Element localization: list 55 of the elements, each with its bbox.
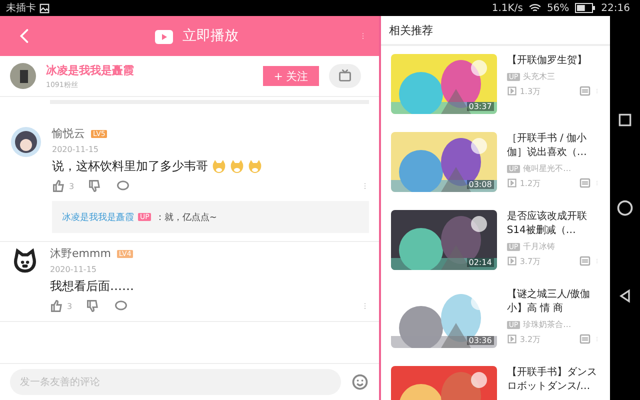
video-title[interactable]: 【开联手书】ダンスロボットダンス/… [506, 366, 600, 394]
play-icon [506, 334, 517, 344]
tv-icon [338, 69, 352, 83]
play-icon [506, 256, 517, 266]
video-duration: 03:36 [466, 336, 494, 345]
thumbs-down-icon[interactable] [86, 299, 100, 313]
recents-icon[interactable] [617, 112, 634, 128]
list-icon[interactable] [579, 85, 592, 97]
comment-icon[interactable] [114, 299, 128, 313]
video-duration: 03:08 [466, 180, 494, 189]
related-title: 相关推荐 [380, 16, 610, 46]
dog-emoji-icon [212, 160, 226, 174]
play-icon [506, 86, 517, 96]
list-icon[interactable] [579, 255, 592, 267]
carrier-text: 未插卡 [6, 2, 36, 15]
comment-date: 2020-11-15 [52, 145, 100, 154]
video-title[interactable]: 【开联伽罗生贺】 [506, 54, 600, 68]
dog-emoji-icon [230, 160, 244, 174]
view-count: 3.2万 [520, 334, 541, 344]
thumbs-up-icon[interactable] [52, 179, 66, 193]
battery-icon [575, 3, 596, 13]
thumbs-down-icon[interactable] [88, 179, 102, 193]
emoji-icon[interactable] [350, 373, 369, 391]
view-count: 1.3万 [520, 86, 541, 96]
commenter-name[interactable]: 愉悦云 [52, 126, 85, 141]
uploader-avatar[interactable] [10, 63, 36, 89]
video-title[interactable]: 【谜之城三人/傲伽小】高 情 商 [506, 288, 600, 316]
clock: 22:16 [601, 2, 630, 14]
list-icon[interactable] [579, 333, 592, 345]
image-icon [39, 2, 50, 14]
like-count: 3 [67, 302, 72, 310]
comment-text: 说，这杯饮料里加了多少韦哥 [52, 158, 208, 175]
reply-text: ：就，亿点点~ [155, 212, 217, 224]
tv-icon [154, 27, 174, 45]
video-title[interactable]: 是否应该改成开联S14被删减（… [506, 210, 600, 238]
commenter-name[interactable]: 沐野emmm [50, 246, 111, 261]
home-icon[interactable] [616, 198, 634, 217]
video-duration: 02:14 [466, 258, 494, 267]
view-count: 1.2万 [520, 178, 541, 188]
video-duration: 03:37 [466, 102, 494, 111]
avatar [10, 126, 42, 158]
tv-button[interactable] [328, 64, 361, 88]
video-title[interactable]: ［开联手书 / 伽小伽］说出喜欢（… [506, 132, 600, 160]
comment-date: 2020-11-15 [50, 265, 98, 274]
list-icon[interactable] [579, 177, 592, 189]
battery-percent: 56% [546, 2, 570, 14]
wifi-icon [528, 2, 541, 14]
dog-emoji-icon [248, 160, 262, 174]
play-icon [506, 178, 517, 188]
comment-icon[interactable] [116, 179, 130, 193]
network-speed: 1.1K/s [492, 2, 523, 14]
comment-text: 我想看后面…… [50, 278, 134, 295]
like-count: 3 [69, 182, 74, 190]
view-count: 3.7万 [520, 256, 541, 266]
thumbs-up-icon[interactable] [50, 299, 64, 313]
